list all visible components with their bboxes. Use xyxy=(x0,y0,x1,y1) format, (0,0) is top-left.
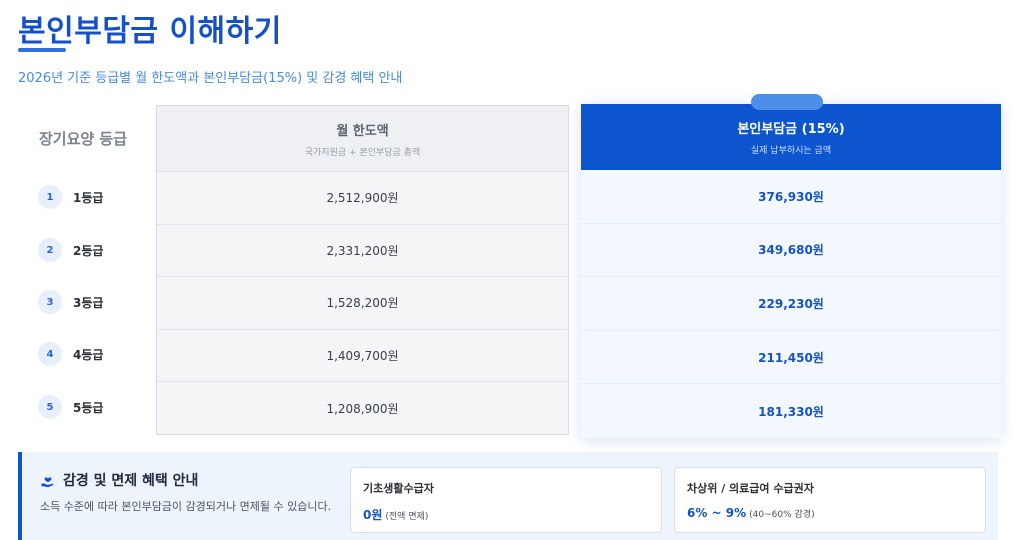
page-subtitle: 2026년 기준 등급별 월 한도액과 본인부담금(15%) 및 감경 혜택 안… xyxy=(18,71,403,86)
monthly-limit-cell: 1,528,200원 xyxy=(157,277,568,330)
copay-cell: 181,330원 xyxy=(581,384,1001,438)
monthly-limit-cell: 2,512,900원 xyxy=(157,172,568,225)
benefit-title-text: 감경 및 면제 혜택 안내 xyxy=(63,473,199,489)
copay-cell: 211,450원 xyxy=(581,330,1001,385)
monthly-limit-cell: 2,331,200원 xyxy=(157,225,568,278)
copay-cell: 349,680원 xyxy=(581,223,1001,278)
grade-number-badge: 3 xyxy=(38,290,62,314)
grade-row: 3 3등급 xyxy=(38,288,103,316)
monthly-limit-cell: 1,409,700원 xyxy=(157,330,568,383)
grade-number-badge: 5 xyxy=(38,395,62,419)
highlight-pill xyxy=(751,94,823,110)
page-title: 본인부담금 이해하기 xyxy=(18,14,282,49)
benefit-card-title: 기초생활수급자 xyxy=(363,482,434,495)
monthly-limit-header: 월 한도액 국가지원금 + 본인부담금 총액 xyxy=(157,106,568,172)
benefit-card-value: 0원 xyxy=(363,508,383,522)
copay-subtitle: 실제 납부하시는 금액 xyxy=(750,146,832,156)
benefit-card-value-line: 0원 (전액 면제) xyxy=(363,506,649,523)
title-underline xyxy=(18,48,66,52)
benefit-card-value-line: 6% ~ 9% (40~60% 감경) xyxy=(687,506,973,520)
copay-title: 본인부담금 (15%) xyxy=(737,122,845,137)
benefit-section: 감경 및 면제 혜택 안내 소득 수준에 따라 본인부담금이 감경되거나 면제될… xyxy=(18,452,998,540)
hand-heart-icon xyxy=(41,477,54,488)
benefit-title: 감경 및 면제 혜택 안내 xyxy=(40,470,198,490)
grade-row: 4 4등급 xyxy=(38,340,103,368)
grade-number-badge: 4 xyxy=(38,342,62,366)
benefit-card-near-poverty: 차상위 / 의료급여 수급권자 6% ~ 9% (40~60% 감경) xyxy=(674,467,986,533)
grade-label: 5등급 xyxy=(73,400,104,415)
grade-label: 3등급 xyxy=(73,295,104,310)
copay-column: 본인부담금 (15%) 실제 납부하시는 금액 376,930원 349,680… xyxy=(581,94,1001,438)
benefit-card-title: 차상위 / 의료급여 수급권자 xyxy=(687,482,814,495)
grade-number-badge: 2 xyxy=(38,238,62,262)
monthly-limit-subtitle: 국가지원금 + 본인부담금 총액 xyxy=(304,147,421,158)
grade-label: 4등급 xyxy=(73,347,104,362)
copay-cell: 376,930원 xyxy=(581,170,1001,224)
benefit-card-note: (전액 면제) xyxy=(385,512,429,522)
monthly-limit-title: 월 한도액 xyxy=(336,123,389,139)
grade-label: 1등급 xyxy=(73,190,104,205)
benefit-card-note: (40~60% 감경) xyxy=(749,510,815,520)
copay-cell: 229,230원 xyxy=(581,277,1001,331)
monthly-limit-cell: 1,208,900원 xyxy=(326,402,399,417)
grade-row: 2 2등급 xyxy=(38,236,103,264)
monthly-limit-column: 월 한도액 국가지원금 + 본인부담금 총액 2,512,900원 2,331,… xyxy=(156,105,569,435)
grade-column-header: 장기요양 등급 xyxy=(38,130,128,148)
benefit-description: 소득 수준에 따라 본인부담금이 감경되거나 면제될 수 있습니다. xyxy=(40,500,332,513)
grade-label: 2등급 xyxy=(73,243,104,258)
benefit-card-basic-livelihood: 기초생활수급자 0원 (전액 면제) xyxy=(350,467,662,533)
copay-header: 본인부담금 (15%) 실제 납부하시는 금액 xyxy=(581,104,1001,170)
grade-row: 5 5등급 xyxy=(38,393,103,421)
benefit-card-value: 6% ~ 9% xyxy=(687,506,747,520)
grade-row: 1 1등급 xyxy=(38,183,103,211)
grade-number-badge: 1 xyxy=(38,185,62,209)
